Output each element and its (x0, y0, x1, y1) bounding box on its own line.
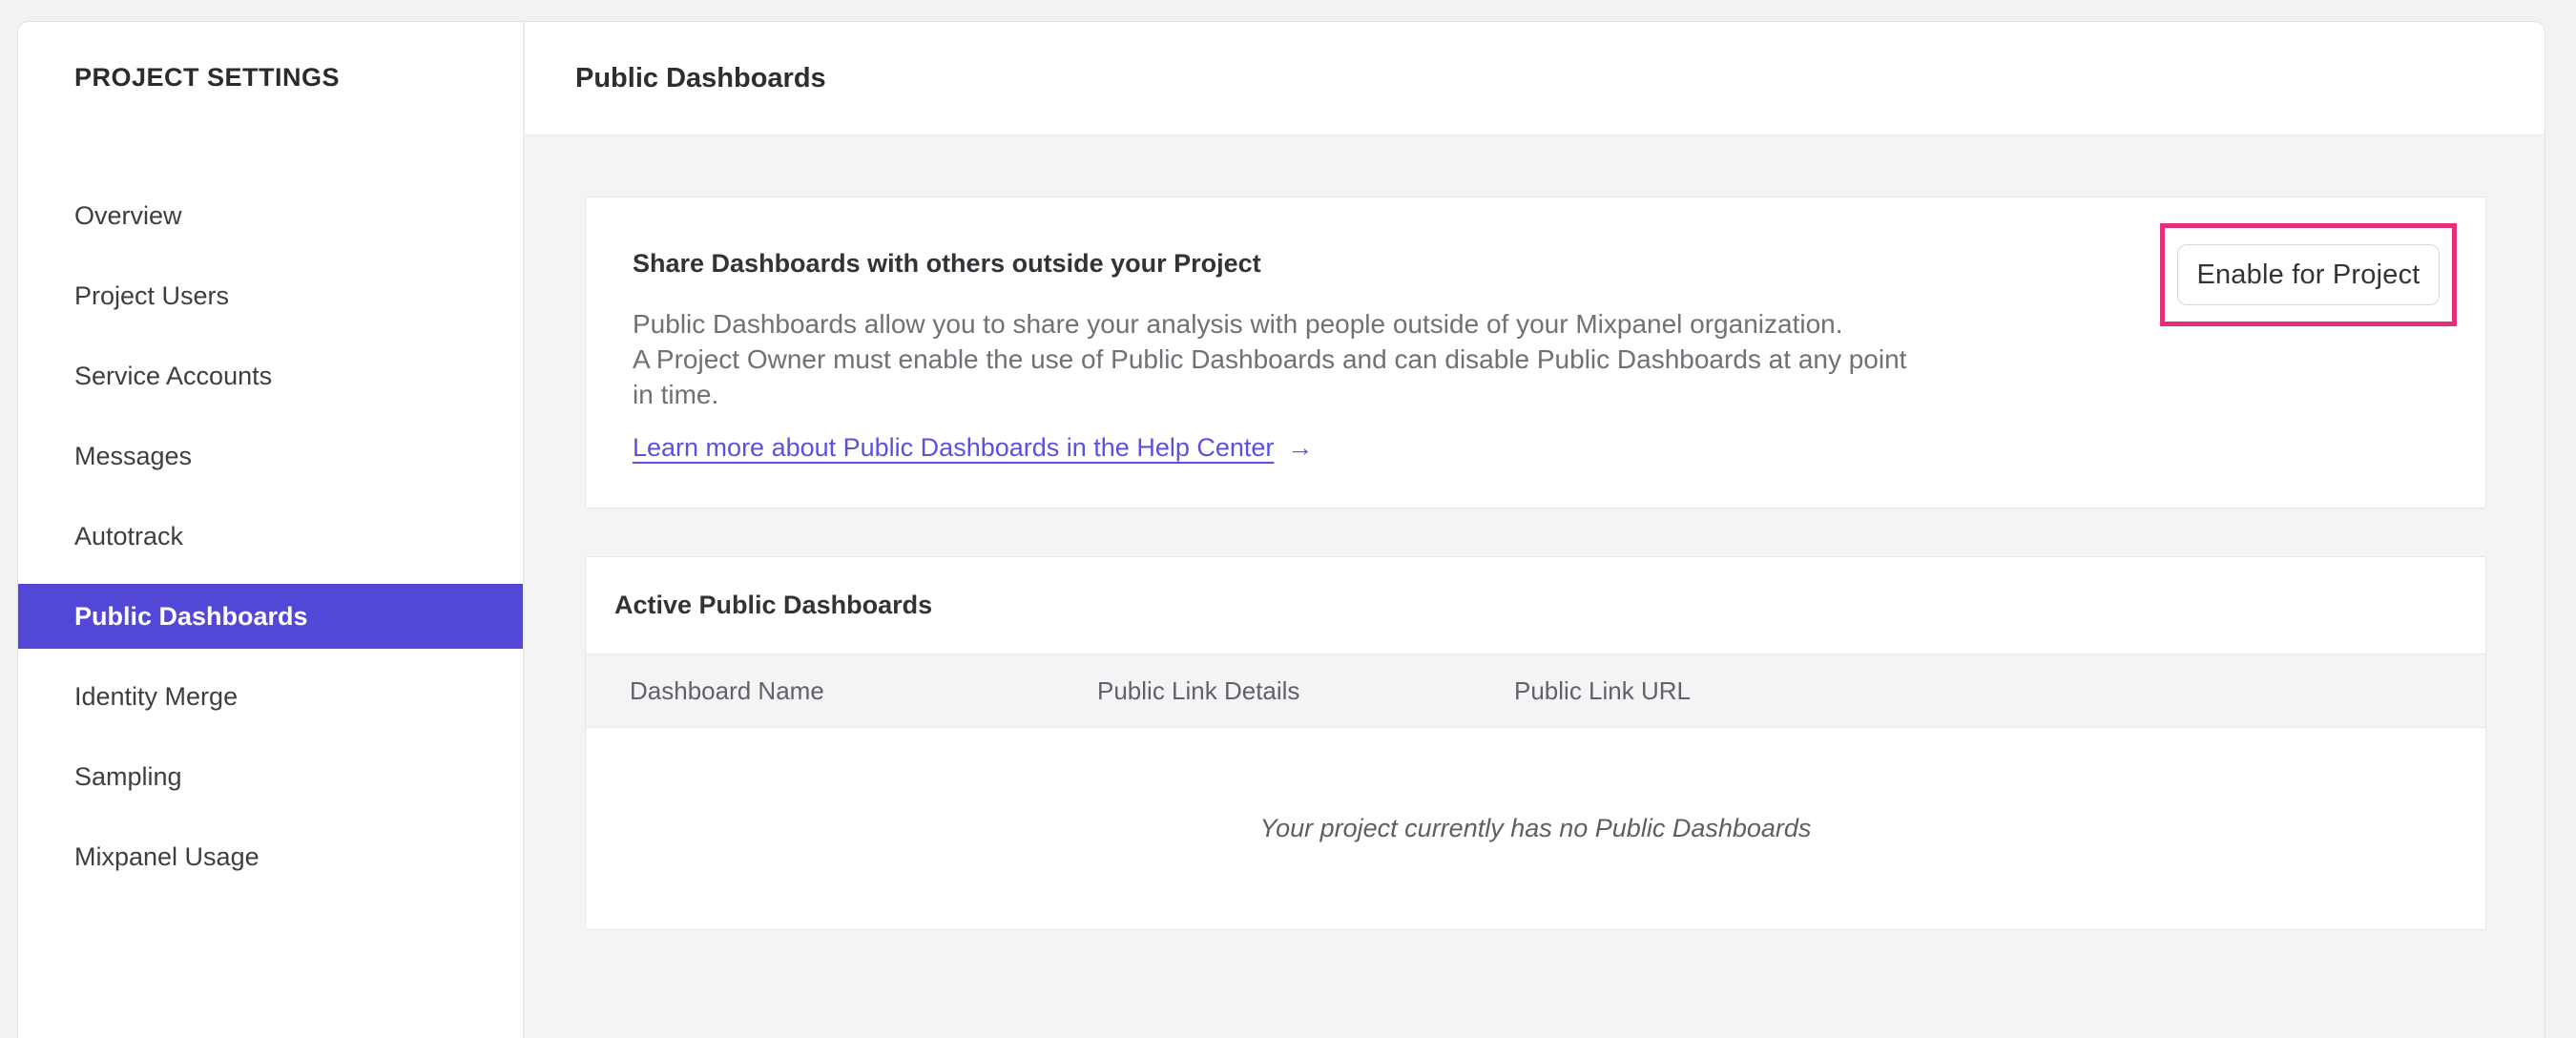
sidebar-item-sampling[interactable]: Sampling (18, 737, 523, 817)
empty-state-message: Your project currently has no Public Das… (1259, 814, 1812, 842)
column-header-public-link-details: Public Link Details (1097, 675, 1300, 705)
dashboards-table-header: Dashboard Name Public Link Details Public … (586, 654, 2485, 728)
sidebar-item-identity-merge[interactable]: Identity Merge (18, 656, 523, 737)
sidebar-item-overview[interactable]: Overview (18, 176, 523, 256)
share-card-description-line: A Project Owner must enable the use of P… (633, 344, 1907, 374)
arrow-right-icon: → (1287, 433, 1314, 462)
sidebar-item-project-users[interactable]: Project Users (18, 256, 523, 336)
content-area: Share Dashboards with others outside you… (525, 135, 2545, 1038)
sidebar-item-autotrack[interactable]: Autotrack (18, 496, 523, 576)
help-center-link-row: Learn more about Public Dashboards in th… (633, 433, 2485, 463)
active-dashboards-card: Active Public Dashboards Dashboard Name P… (585, 556, 2486, 930)
share-card-description-line: in time. (633, 380, 719, 409)
sidebar-item-messages[interactable]: Messages (18, 416, 523, 496)
column-header-public-link-url: Public Link URL (1514, 675, 1691, 705)
sidebar-title: PROJECT SETTINGS (74, 63, 341, 92)
enable-for-project-button[interactable]: Enable for Project (2177, 244, 2440, 305)
page-header: Public Dashboards (525, 22, 2545, 135)
page-title: Public Dashboards (575, 62, 826, 93)
main-area: Public Dashboards Share Dashboards with … (525, 22, 2545, 1038)
help-center-link[interactable]: Learn more about Public Dashboards in th… (633, 433, 1274, 463)
active-card-heading: Active Public Dashboards (614, 591, 933, 619)
settings-sidebar: PROJECT SETTINGS Overview Project Users Se… (18, 22, 525, 1038)
sidebar-item-mixpanel-usage[interactable]: Mixpanel Usage (18, 817, 523, 897)
share-dashboards-card: Share Dashboards with others outside you… (585, 197, 2486, 509)
annotation-highlight-box: Enable for Project (2160, 223, 2457, 326)
sidebar-item-service-accounts[interactable]: Service Accounts (18, 336, 523, 416)
project-settings-panel: PROJECT SETTINGS Overview Project Users Se… (17, 21, 2545, 1038)
column-header-dashboard-name: Dashboard Name (630, 675, 824, 705)
sidebar-item-public-dashboards[interactable]: Public Dashboards (18, 584, 523, 649)
sidebar-nav: Overview Project Users Service Accounts Mes… (18, 176, 523, 897)
